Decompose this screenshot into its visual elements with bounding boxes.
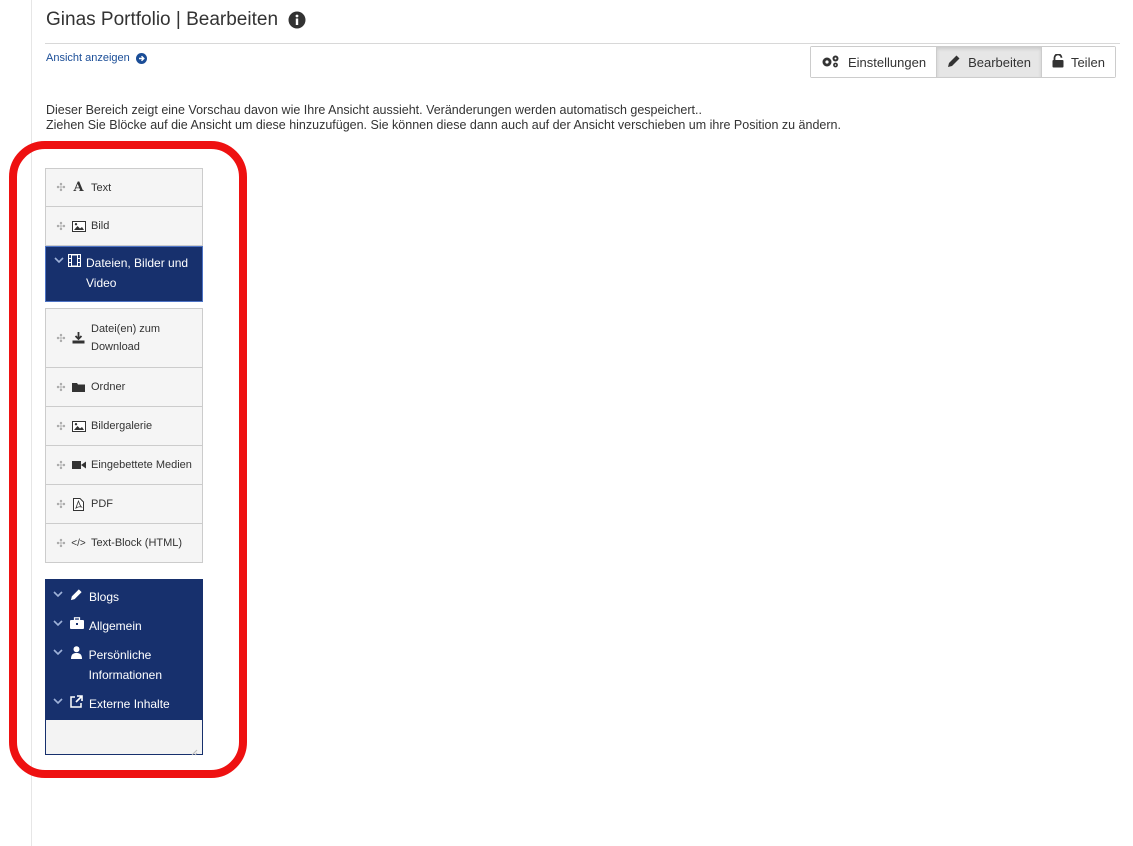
block-folder[interactable]: ✣ Ordner (45, 368, 203, 407)
block-label: Bildergalerie (91, 420, 153, 432)
view-mode-toolbar: Einstellungen Bearbeiten Teilen (810, 46, 1116, 78)
drag-handle-icon[interactable]: ✣ (55, 332, 67, 345)
block-label: Bild (91, 220, 110, 232)
category-label: Persönliche Informationen (88, 648, 162, 682)
instructions-line-2: Ziehen Sie Blöcke auf die Ansicht um die… (46, 118, 841, 132)
block-label: Datei(en) zum Download (91, 323, 161, 353)
drag-handle-icon[interactable]: ✣ (55, 220, 67, 233)
block-image[interactable]: ✣ Bild (45, 207, 203, 246)
block-label: Text-Block (HTML) (91, 537, 183, 549)
block-label: Ordner (91, 381, 126, 393)
code-icon: </> (71, 537, 86, 549)
chevron-down-icon (53, 620, 65, 627)
page-title: Ginas Portfolio | Bearbeiten (46, 9, 306, 31)
category-blogs[interactable]: Blogs (45, 583, 203, 612)
drag-handle-icon[interactable]: ✣ (55, 537, 67, 550)
block-image-gallery[interactable]: ✣ Bildergalerie (45, 407, 203, 446)
text-icon: A (73, 180, 84, 195)
palette-footer (45, 719, 203, 756)
image-icon (71, 220, 86, 232)
category-general[interactable]: Allgemein (45, 612, 203, 641)
resize-grip-icon[interactable] (190, 743, 198, 756)
drag-handle-icon[interactable]: ✣ (55, 381, 67, 394)
drag-handle-icon[interactable]: ✣ (55, 498, 67, 511)
settings-label: Einstellungen (848, 54, 927, 70)
share-label: Teilen (1070, 54, 1105, 70)
view-link[interactable]: Ansicht anzeigen (46, 52, 147, 64)
gears-icon (821, 54, 848, 71)
folder-icon (71, 382, 86, 392)
block-label: Text (91, 181, 112, 194)
block-html-text[interactable]: ✣ </> Text-Block (HTML) (45, 524, 203, 563)
category-label: Externe Inhalte (89, 697, 170, 711)
external-link-icon (69, 695, 84, 708)
block-label: PDF (91, 498, 113, 510)
drag-handle-icon[interactable]: ✣ (55, 420, 67, 433)
category-files-images-video[interactable]: Dateien, Bilder und Video (45, 246, 203, 302)
category-block-list: ✣ Datei(en) zum Download ✣ Ordner ✣ Bild… (45, 308, 203, 563)
chevron-down-icon (53, 591, 65, 598)
category-label: Dateien, Bilder und Video (86, 256, 189, 290)
view-link-label: Ansicht anzeigen (46, 52, 130, 64)
unlock-icon (1052, 52, 1071, 71)
drag-handle-icon[interactable]: ✣ (55, 459, 67, 472)
user-icon (69, 646, 84, 659)
block-text[interactable]: ✣ A Text (45, 168, 203, 207)
block-embedded-media[interactable]: ✣ Eingebettete Medien (45, 446, 203, 485)
block-palette: ✣ A Text ✣ Bild Dateien, Bilder und Vide… (45, 168, 203, 756)
pdf-icon (71, 497, 86, 511)
editor-instructions: Dieser Bereich zeigt eine Vorschau davon… (46, 103, 841, 133)
block-file-download[interactable]: ✣ Datei(en) zum Download (45, 308, 203, 368)
image-icon (71, 420, 86, 432)
briefcase-icon (69, 617, 84, 629)
left-divider (31, 0, 32, 846)
pencil-icon (69, 588, 84, 601)
category-label: Blogs (89, 590, 120, 604)
block-label: Eingebettete Medien (91, 459, 192, 471)
page-title-text: Ginas Portfolio | Bearbeiten (46, 9, 279, 30)
download-icon (71, 332, 86, 344)
share-button[interactable]: Teilen (1041, 47, 1115, 77)
chevron-down-icon (53, 698, 65, 705)
drag-handle-icon[interactable]: ✣ (55, 181, 67, 194)
video-camera-icon (71, 460, 86, 470)
edit-button[interactable]: Bearbeiten (937, 47, 1042, 77)
category-external-content[interactable]: Externe Inhalte (45, 690, 203, 719)
category-label: Allgemein (89, 619, 142, 633)
pencil-icon (947, 54, 968, 71)
title-divider (45, 43, 1120, 44)
instructions-line-1: Dieser Bereich zeigt eine Vorschau davon… (46, 103, 702, 117)
settings-button[interactable]: Einstellungen (811, 47, 938, 77)
collapsed-categories: Blogs Allgemein Persönliche Informatione… (45, 579, 203, 756)
film-icon (68, 254, 81, 267)
chevron-down-icon (53, 649, 65, 656)
category-personal-information[interactable]: Persönliche Informationen (45, 641, 203, 690)
chevron-down-icon (54, 257, 64, 264)
arrow-circle-right-icon (135, 52, 147, 64)
info-icon[interactable] (288, 11, 306, 29)
edit-label: Bearbeiten (968, 54, 1031, 70)
block-pdf[interactable]: ✣ PDF (45, 485, 203, 524)
